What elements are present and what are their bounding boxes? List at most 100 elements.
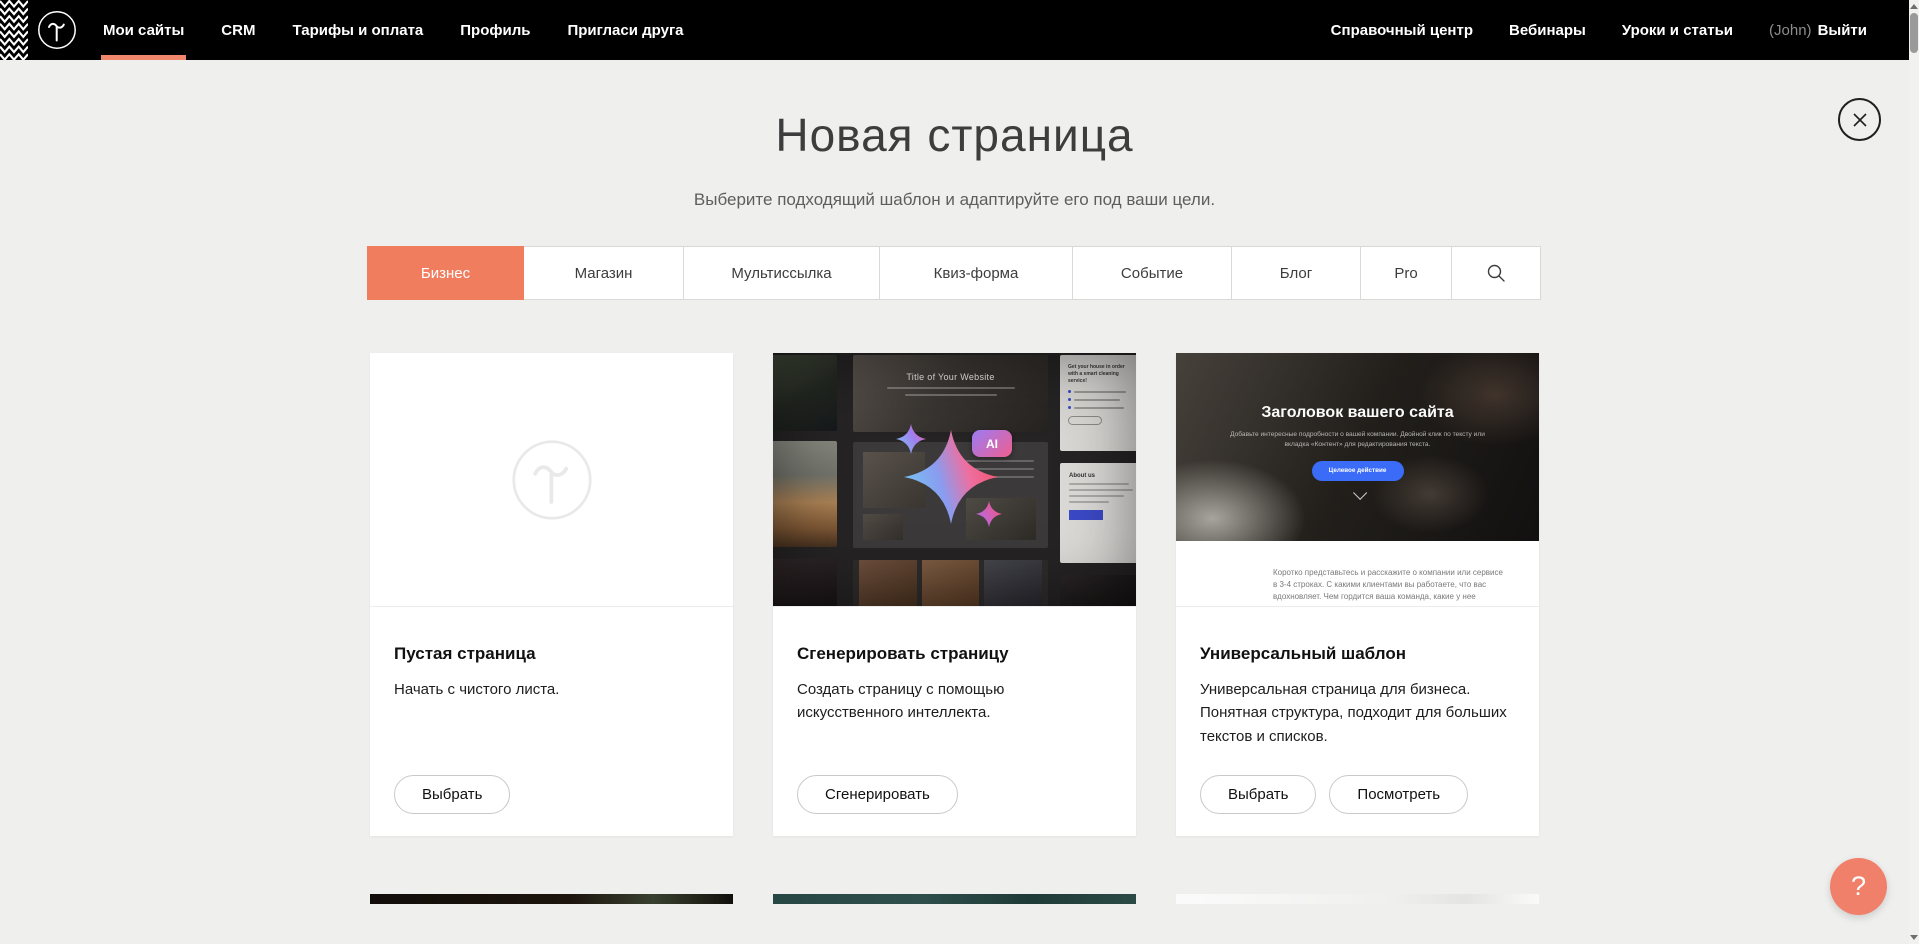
nav-item-webinars[interactable]: Вебинары bbox=[1509, 0, 1586, 60]
ai-generate-preview[interactable]: Title of Your Website bbox=[773, 353, 1136, 606]
view-template-button[interactable]: Посмотреть bbox=[1329, 775, 1468, 814]
nav-item-lessons[interactable]: Уроки и статьи bbox=[1622, 0, 1733, 60]
mini-photo bbox=[863, 452, 925, 508]
scroll-up-arrow-icon[interactable] bbox=[1910, 4, 1918, 9]
template-card-partial[interactable] bbox=[773, 894, 1136, 904]
collage-tile-gallery bbox=[853, 560, 1048, 606]
card-description: Начать с чистого листа. bbox=[394, 678, 709, 701]
card-universal-template: Заголовок вашего сайта Добавьте интересн… bbox=[1176, 353, 1539, 836]
scroll-down-arrow-icon[interactable] bbox=[1910, 935, 1918, 940]
nav-item-tariffs-label: Тарифы и оплата bbox=[292, 22, 423, 39]
collage-tile-livingroom bbox=[773, 441, 837, 547]
mini-site-title: Title of Your Website bbox=[853, 372, 1048, 382]
nav-user-block: (John) Выйти bbox=[1769, 0, 1867, 60]
close-button[interactable] bbox=[1838, 98, 1881, 141]
mini-hero-title: Заголовок вашего сайта bbox=[1176, 353, 1539, 422]
top-navbar: Мои сайты CRM Тарифы и оплата Профиль Пр… bbox=[0, 0, 1909, 60]
question-mark-icon: ? bbox=[1851, 871, 1866, 902]
bullet-icon bbox=[1068, 398, 1071, 401]
blank-page-preview[interactable] bbox=[370, 353, 733, 606]
deco-text-line bbox=[1074, 391, 1126, 393]
zigzag-pattern-icon bbox=[0, 0, 28, 60]
nav-item-crm[interactable]: CRM bbox=[221, 0, 255, 60]
card-body: Пустая страница Начать с чистого листа. … bbox=[370, 606, 733, 836]
page-title: Новая страница bbox=[0, 108, 1909, 162]
nav-item-my-sites-label: Мои сайты bbox=[103, 22, 184, 39]
card-title: Универсальный шаблон bbox=[1200, 644, 1515, 664]
chevron-down-icon bbox=[1353, 486, 1367, 500]
deco-text-line bbox=[1069, 495, 1124, 497]
tab-search[interactable] bbox=[1451, 246, 1541, 300]
nav-item-my-sites[interactable]: Мои сайты bbox=[103, 0, 184, 60]
page-subtitle: Выберите подходящий шаблон и адаптируйте… bbox=[0, 190, 1909, 210]
nav-item-profile[interactable]: Профиль bbox=[460, 0, 530, 60]
nav-item-help-center[interactable]: Справочный центр bbox=[1331, 0, 1473, 60]
bullet-icon bbox=[1068, 390, 1071, 393]
tab-pro[interactable]: Pro bbox=[1360, 246, 1452, 300]
card-body: Сгенерировать страницу Создать страницу … bbox=[773, 606, 1136, 836]
collage-tile-feature bbox=[853, 442, 1048, 548]
mini-about-title: About us bbox=[1069, 473, 1135, 479]
mini-photo bbox=[966, 498, 1036, 540]
tilda-logo-icon[interactable] bbox=[37, 10, 77, 50]
nav-item-profile-label: Профиль bbox=[460, 22, 530, 39]
card-description: Универсальная страница для бизнеса. Поня… bbox=[1200, 678, 1515, 748]
select-blank-button[interactable]: Выбрать bbox=[394, 775, 510, 814]
nav-item-invite-friend[interactable]: Пригласи друга bbox=[567, 0, 683, 60]
nav-item-help-center-label: Справочный центр bbox=[1331, 22, 1473, 39]
collage-tile-about: About us bbox=[1060, 463, 1136, 563]
mini-hero-subtitle: Добавьте интересные подробности о вашей … bbox=[1229, 430, 1487, 450]
collage-tile-article: Get your house in order with a smart cle… bbox=[1060, 355, 1136, 451]
tab-business[interactable]: Бизнес bbox=[367, 246, 524, 300]
deco-text-line bbox=[1074, 399, 1120, 401]
bullet-icon bbox=[1068, 406, 1071, 409]
main-content: Новая страница Выберите подходящий шабло… bbox=[0, 60, 1909, 904]
help-button[interactable]: ? bbox=[1830, 858, 1887, 915]
nav-item-crm-label: CRM bbox=[221, 22, 255, 39]
scrollbar-thumb[interactable] bbox=[1910, 13, 1918, 53]
user-name: (John) bbox=[1769, 22, 1812, 39]
mini-outline-button bbox=[1068, 416, 1102, 425]
card-title: Сгенерировать страницу bbox=[797, 644, 1112, 664]
nav-item-tariffs[interactable]: Тарифы и оплата bbox=[292, 0, 423, 60]
template-card-partial[interactable] bbox=[370, 894, 733, 904]
collage-tile-hero: Title of Your Website bbox=[853, 355, 1048, 432]
mini-photo bbox=[859, 560, 917, 606]
tab-multilink[interactable]: Мультиссылка bbox=[683, 246, 880, 300]
deco-text-line bbox=[966, 476, 1034, 478]
deco-text-line bbox=[905, 394, 997, 396]
template-category-tabs: Бизнес Магазин Мультиссылка Квиз-форма С… bbox=[0, 246, 1909, 300]
ai-badge: AI bbox=[972, 430, 1012, 457]
nav-secondary-menu: Справочный центр Вебинары Уроки и статьи… bbox=[1295, 0, 1867, 60]
next-templates-row bbox=[0, 894, 1909, 904]
mini-blue-button bbox=[1069, 510, 1103, 520]
mini-photo bbox=[984, 560, 1042, 606]
deco-text-line bbox=[1074, 407, 1124, 409]
universal-template-preview[interactable]: Заголовок вашего сайта Добавьте интересн… bbox=[1176, 353, 1539, 606]
mini-about-text: Коротко представьтесь и расскажите о ком… bbox=[1273, 567, 1505, 606]
search-icon bbox=[1486, 263, 1506, 283]
deco-text-line bbox=[974, 468, 1034, 470]
card-description: Создать страницу с помощью искусственног… bbox=[797, 678, 1112, 725]
template-card-partial[interactable] bbox=[1176, 894, 1539, 904]
logout-link[interactable]: Выйти bbox=[1818, 22, 1867, 39]
collage-tile-photo bbox=[1060, 575, 1136, 606]
card-blank-page: Пустая страница Начать с чистого листа. … bbox=[370, 353, 733, 836]
mini-photo bbox=[922, 560, 980, 606]
deco-text-line bbox=[887, 387, 1015, 389]
nav-main-menu: Мои сайты CRM Тарифы и оплата Профиль Пр… bbox=[103, 0, 721, 60]
tab-blog[interactable]: Блог bbox=[1231, 246, 1361, 300]
tab-quiz-form[interactable]: Квиз-форма bbox=[879, 246, 1073, 300]
generate-button[interactable]: Сгенерировать bbox=[797, 775, 958, 814]
card-ai-generate: Title of Your Website bbox=[773, 353, 1136, 836]
card-body: Универсальный шаблон Универсальная стран… bbox=[1176, 606, 1539, 836]
mini-article-title: Get your house in order with a smart cle… bbox=[1068, 364, 1136, 385]
mini-cta-button: Целевое действие bbox=[1312, 461, 1404, 481]
tab-shop[interactable]: Магазин bbox=[523, 246, 684, 300]
tilda-watermark-icon bbox=[510, 438, 594, 522]
deco-text-line bbox=[1069, 489, 1133, 491]
tab-event[interactable]: Событие bbox=[1072, 246, 1232, 300]
vertical-scrollbar[interactable] bbox=[1909, 0, 1919, 944]
template-cards-row: Пустая страница Начать с чистого листа. … bbox=[0, 353, 1909, 836]
select-template-button[interactable]: Выбрать bbox=[1200, 775, 1316, 814]
